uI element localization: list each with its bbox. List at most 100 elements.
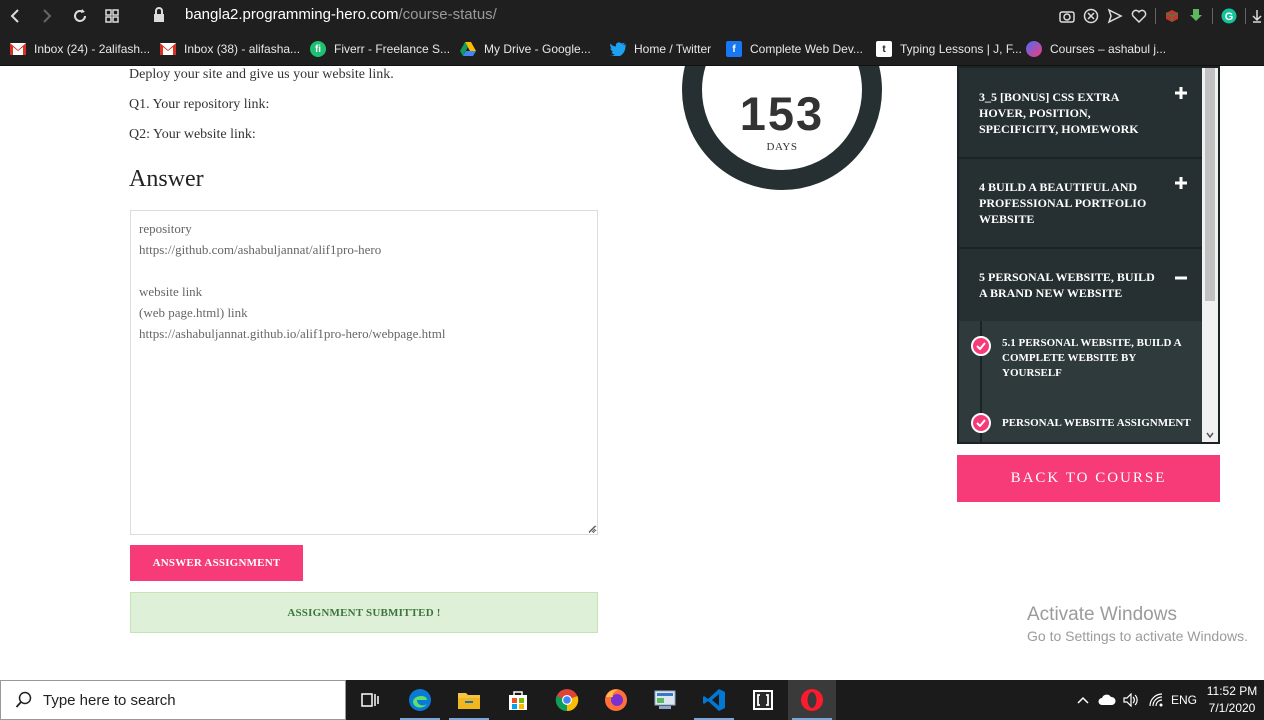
bookmark-item[interactable]: f Complete Web Dev... — [726, 40, 863, 58]
lesson-item[interactable]: PERSONAL WEBSITE ASSIGNMENT — [959, 413, 1204, 433]
taskbar-clock[interactable]: 11:52 PM 7/1/2020 — [1200, 683, 1264, 717]
gmail-icon — [10, 41, 26, 57]
watermark-title: Activate Windows — [1027, 604, 1177, 625]
gmail-icon — [160, 41, 176, 57]
lesson-item[interactable]: 5.1 PERSONAL WEBSITE, BUILD A COMPLETE W… — [959, 336, 1204, 381]
submission-alert: ASSIGNMENT SUBMITTED ! — [130, 592, 598, 633]
scroll-down-arrow-icon[interactable] — [1205, 430, 1215, 440]
language-indicator[interactable]: ENG — [1168, 680, 1200, 720]
chrome-icon — [555, 689, 579, 712]
bookmark-label: Inbox (38) - alifasha... — [184, 42, 301, 56]
send-icon[interactable] — [1103, 6, 1127, 26]
resize-handle-icon[interactable] — [587, 524, 596, 533]
brackets-icon — [753, 690, 773, 710]
module-title: 4 BUILD A BEAUTIFUL AND PROFESSIONAL POR… — [979, 180, 1147, 226]
bookmark-item[interactable]: fi Fiverr - Freelance S... — [310, 40, 450, 58]
question-2: Q2: Your website link: — [129, 127, 256, 142]
twitter-icon — [610, 41, 626, 57]
taskbar-app-store[interactable] — [494, 680, 542, 720]
bookmark-item[interactable]: Courses – ashabul j... — [1026, 40, 1166, 58]
answer-assignment-button[interactable]: ANSWER ASSIGNMENT — [130, 545, 303, 581]
bookmark-label: Home / Twitter — [634, 42, 712, 56]
download-extension-icon[interactable] — [1184, 6, 1208, 26]
bookmark-item[interactable]: Inbox (38) - alifasha... — [160, 40, 300, 58]
camera-icon[interactable] — [1055, 6, 1079, 26]
answer-textarea[interactable]: repository https://github.com/ashabuljan… — [130, 210, 598, 535]
clock-date: 7/1/2020 — [1208, 701, 1256, 715]
folder-icon — [458, 693, 480, 709]
taskbar-app-brackets[interactable] — [739, 680, 787, 720]
module-title: 5 PERSONAL WEBSITE, BUILD A BRAND NEW WE… — [979, 270, 1155, 300]
module-item[interactable]: 3_5 [BONUS] CSS EXTRA HOVER, POSITION, S… — [959, 68, 1204, 159]
bookmark-item[interactable]: My Drive - Google... — [460, 40, 591, 58]
plus-icon — [1175, 87, 1187, 99]
onedrive-tray-button[interactable] — [1096, 680, 1118, 720]
facebook-icon: f — [726, 41, 742, 57]
network-tray-button[interactable] — [1146, 680, 1168, 720]
bookmark-label: Fiverr - Freelance S... — [334, 42, 451, 56]
google-drive-icon — [460, 41, 476, 57]
taskbar-app-opera[interactable] — [788, 680, 836, 720]
bookmark-item[interactable]: t Typing Lessons | J, F... — [876, 40, 1022, 58]
clock-time: 11:52 PM — [1206, 684, 1258, 698]
search-placeholder: Type here to search — [43, 691, 176, 709]
watermark-subtitle: Go to Settings to activate Windows. — [1027, 628, 1248, 644]
bookmark-item[interactable]: Inbox (24) - 2alifash... — [10, 40, 150, 58]
store-icon — [509, 691, 527, 710]
grid-icon — [105, 9, 119, 23]
course-sidebar: 3_5 [BONUS] CSS EXTRA HOVER, POSITION, S… — [957, 66, 1220, 444]
grammarly-icon[interactable]: G — [1217, 6, 1241, 26]
toolbar-actions: G — [1055, 6, 1264, 26]
activate-windows-watermark: Activate Windows Go to Settings to activ… — [1027, 604, 1248, 644]
browser-toolbar: bangla2.programming-hero.com/course-stat… — [0, 0, 1264, 32]
reload-button[interactable] — [70, 6, 90, 26]
bookmark-label: Inbox (24) - 2alifash... — [34, 42, 151, 56]
taskbar-app-edge[interactable] — [396, 680, 444, 720]
module-title: 3_5 [BONUS] CSS EXTRA HOVER, POSITION, S… — [979, 90, 1139, 136]
taskbar-app-file-explorer[interactable] — [445, 680, 493, 720]
speaker-icon — [1123, 693, 1138, 707]
task-view-button[interactable] — [346, 680, 394, 720]
control-panel-icon — [654, 690, 676, 709]
speed-dial-button[interactable] — [102, 6, 122, 26]
bookmark-label: Complete Web Dev... — [750, 42, 863, 56]
url-path: /course-status/ — [398, 6, 497, 23]
task-view-icon — [361, 693, 379, 707]
firefox-icon — [605, 689, 627, 711]
volume-tray-button[interactable] — [1120, 680, 1142, 720]
lesson-list: 5.1 PERSONAL WEBSITE, BUILD A COMPLETE W… — [959, 321, 1204, 442]
answer-heading: Answer — [129, 166, 204, 192]
heart-icon[interactable] — [1127, 6, 1151, 26]
forward-nav-button[interactable] — [37, 6, 57, 26]
adblock-icon[interactable] — [1079, 6, 1103, 26]
cube-extension-icon[interactable] — [1160, 6, 1184, 26]
taskbar-app-firefox[interactable] — [592, 680, 640, 720]
sidebar-scrollbar[interactable] — [1202, 68, 1218, 442]
assignment-instruction: Deploy your site and give us your websit… — [129, 67, 394, 82]
countdown-ring: 153 DAYS — [682, 66, 882, 190]
course-icon — [1026, 41, 1042, 57]
back-arrow-icon — [10, 9, 19, 23]
show-hidden-icons-button[interactable] — [1072, 680, 1094, 720]
module-item[interactable]: 4 BUILD A BEAUTIFUL AND PROFESSIONAL POR… — [959, 159, 1204, 249]
module-item[interactable]: 5 PERSONAL WEBSITE, BUILD A BRAND NEW WE… — [959, 249, 1204, 321]
fiverr-icon: fi — [310, 41, 326, 57]
cloud-icon — [1098, 694, 1116, 705]
taskbar-app-chrome[interactable] — [543, 680, 591, 720]
address-bar[interactable]: bangla2.programming-hero.com/course-stat… — [185, 6, 497, 23]
scrollbar-thumb[interactable] — [1205, 68, 1215, 301]
toolbar-separator — [1155, 8, 1156, 24]
downloads-icon[interactable] — [1250, 6, 1264, 26]
toolbar-separator — [1245, 8, 1246, 24]
back-nav-button[interactable] — [5, 6, 25, 26]
taskbar-app-vscode[interactable] — [690, 680, 738, 720]
taskbar-search-box[interactable]: Type here to search — [0, 680, 346, 720]
check-icon — [971, 413, 991, 433]
bookmark-label: Typing Lessons | J, F... — [900, 42, 1022, 56]
days-remaining: 153 — [739, 87, 825, 140]
wifi-icon — [1149, 693, 1163, 707]
toolbar-separator — [1212, 8, 1213, 24]
bookmark-item[interactable]: Home / Twitter — [610, 40, 711, 58]
back-to-course-button[interactable]: BACK TO COURSE — [957, 455, 1220, 502]
taskbar-app-control-panel[interactable] — [641, 680, 689, 720]
